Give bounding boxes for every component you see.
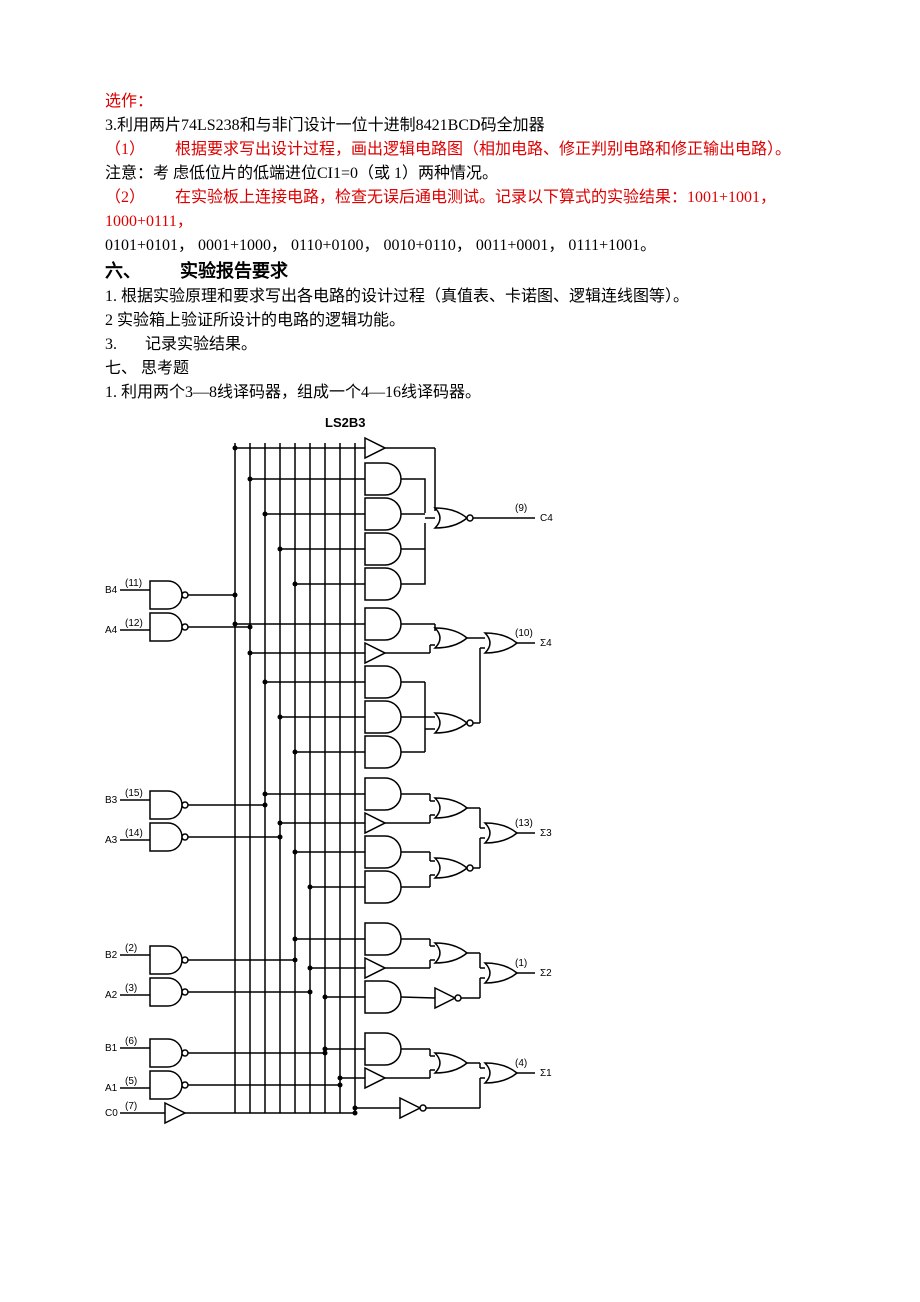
item-3-2: （2）在实验板上连接电路，检查无误后通电测试。记录以下算式的实验结果：1001+… [105, 186, 830, 210]
item-3-2-label: （2） [105, 186, 175, 210]
output-s3: (13) Σ3 [265, 778, 552, 903]
section-6-item-1: 1. 根据实验原理和要求写出各电路的设计过程（真值表、卡诺图、逻辑连线图等）。 [105, 285, 830, 309]
svg-text:A4: A4 [105, 625, 118, 636]
section-6-title: 实验报告要求 [180, 261, 288, 281]
svg-text:(6): (6) [125, 1036, 137, 1047]
svg-text:(15): (15) [125, 788, 143, 799]
svg-text:(1): (1) [515, 958, 527, 969]
section-6-heading: 六、实验报告要求 [105, 258, 830, 285]
input-b1-a1-c0: B1 (6) A1 (5) C0 (7) [105, 1036, 358, 1123]
svg-text:A2: A2 [105, 990, 118, 1001]
svg-text:Σ3: Σ3 [540, 828, 552, 839]
item-3-2-text: 在实验板上连接电路，检查无误后通电测试。记录以下算式的实验结果：1001+100… [175, 189, 776, 206]
section-7-item-1: 1. 利用两个3—8线译码器，组成一个4—16线译码器。 [105, 381, 830, 405]
section-6-item-2: 2 实验箱上验证所设计的电路的逻辑功能。 [105, 309, 830, 333]
svg-text:Σ1: Σ1 [540, 1068, 552, 1079]
optional-header: 选作： [105, 90, 830, 114]
svg-text:Σ2: Σ2 [540, 968, 552, 979]
svg-text:(12): (12) [125, 618, 143, 629]
svg-text:C4: C4 [540, 513, 553, 524]
svg-text:(11): (11) [125, 578, 142, 589]
svg-text:(3): (3) [125, 983, 137, 994]
svg-text:(2): (2) [125, 943, 137, 954]
output-s4: (10) Σ4 [235, 608, 552, 768]
item-3-1: （1）根据要求写出设计过程，画出逻辑电路图（相加电路、修正判别电路和修正输出电路… [105, 138, 830, 162]
item-3-2-cont: 1000+0111， [105, 210, 830, 234]
svg-text:B4: B4 [105, 585, 118, 596]
item-3-1-text: 根据要求写出设计过程，画出逻辑电路图（相加电路、修正判别电路和修正输出电路）。 [175, 141, 791, 158]
svg-text:(9): (9) [515, 503, 527, 514]
circuit-svg: B4 (11) A4 (12) B3 (15) A3 (14) [105, 433, 645, 1133]
diagram-title: LS2B3 [325, 413, 830, 433]
svg-text:(7): (7) [125, 1101, 137, 1112]
svg-text:A3: A3 [105, 835, 118, 846]
svg-text:(13): (13) [515, 818, 533, 829]
section-6-item-3-num: 3. [105, 333, 145, 357]
section-7-heading: 七、 思考题 [105, 357, 830, 381]
section-6-item-3-text: 记录实验结果。 [145, 336, 257, 353]
item-3-1-label: （1） [105, 138, 175, 162]
item-3: 3.利用两片74LS238和与非门设计一位十进制8421BCD码全加器 [105, 114, 830, 138]
svg-text:B3: B3 [105, 795, 118, 806]
svg-text:A1: A1 [105, 1083, 118, 1094]
additions-line: 0101+0101， 0001+1000， 0110+0100， 0010+01… [105, 234, 830, 258]
output-s1: (4) Σ1 [325, 1033, 552, 1118]
section-6-item-3: 3.记录实验结果。 [105, 333, 830, 357]
input-b2-a2: B2 (2) A2 (3) [105, 943, 313, 1006]
svg-text:(5): (5) [125, 1076, 137, 1087]
svg-text:(4): (4) [515, 1058, 527, 1069]
svg-text:Σ4: Σ4 [540, 638, 552, 649]
svg-text:B1: B1 [105, 1043, 118, 1054]
svg-text:(14): (14) [125, 828, 143, 839]
document-page: 选作： 3.利用两片74LS238和与非门设计一位十进制8421BCD码全加器 … [0, 0, 920, 1302]
svg-text:C0: C0 [105, 1108, 118, 1119]
svg-text:B2: B2 [105, 950, 118, 961]
note-line: 注意：考 虑低位片的低端进位CI1=0（或 1）两种情况。 [105, 162, 830, 186]
output-s2: (1) Σ2 [295, 923, 552, 1013]
section-6-num: 六、 [105, 258, 180, 285]
svg-text:(10): (10) [515, 628, 533, 639]
input-b4-a4: B4 (11) A4 (12) [105, 578, 253, 641]
input-b3-a3: B3 (15) A3 (14) [105, 788, 283, 851]
output-c4: (9) C4 [235, 438, 553, 600]
circuit-diagram: LS2B3 [105, 413, 830, 1141]
